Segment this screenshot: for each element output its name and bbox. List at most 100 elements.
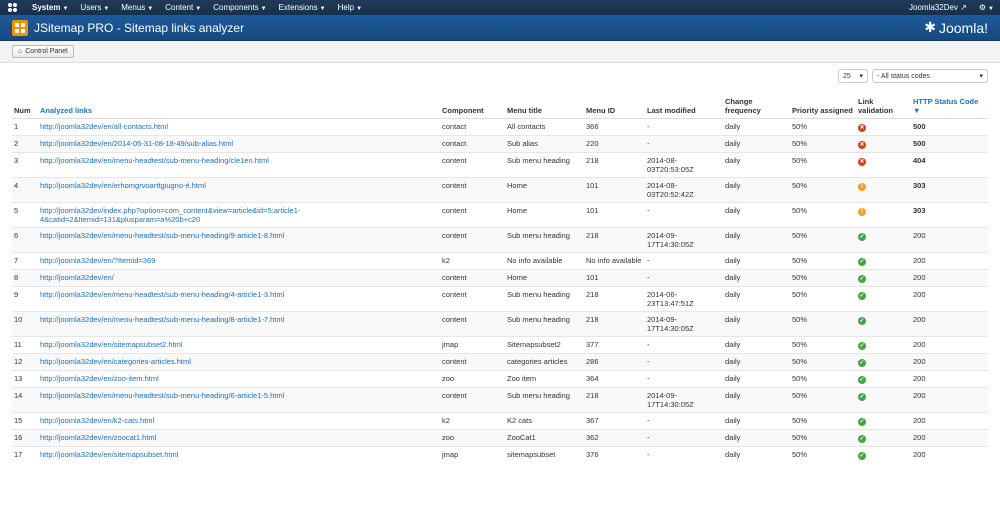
menu-content[interactable]: Content ▼ bbox=[165, 3, 201, 12]
external-link-icon: ↗ bbox=[960, 3, 967, 12]
row-menu-id: 101 bbox=[584, 201, 645, 227]
row-last-modified: 2014-08-03T20:52:42Z bbox=[645, 176, 723, 202]
row-num: 3 bbox=[12, 151, 38, 177]
analyzed-link[interactable]: http://joomla32dev/en/zoo-item.html bbox=[40, 374, 159, 383]
analyzed-link[interactable]: http://joomla32dev/en/sitemapsubset.html bbox=[40, 450, 178, 459]
joomla-brand-logo: ✱ Joomla! bbox=[924, 19, 988, 36]
row-http-status: 200 bbox=[911, 285, 988, 311]
analyzed-link[interactable]: http://joomla32dev/en/menu-headtest/sub-… bbox=[40, 231, 284, 240]
row-last-modified: - bbox=[645, 335, 723, 353]
row-menu-title: Sub menu heading bbox=[505, 310, 584, 336]
col-http-status[interactable]: HTTP Status Code ▼ bbox=[911, 93, 988, 119]
check-icon: ✓ bbox=[858, 451, 866, 460]
jsitemap-app-icon bbox=[12, 19, 28, 36]
menu-system[interactable]: System ▼ bbox=[32, 3, 68, 12]
analyzed-link[interactable]: http://joomla32dev/en/menu-headtest/sub-… bbox=[40, 315, 284, 324]
control-panel-button[interactable]: ⌂ Control Panel bbox=[12, 45, 74, 58]
menu-users[interactable]: Users ▼ bbox=[80, 3, 109, 12]
row-priority: 50% bbox=[790, 134, 856, 152]
status-filter-select[interactable]: - All status codes ▾ bbox=[872, 69, 988, 83]
warning-icon: ! bbox=[858, 207, 866, 216]
row-menu-title: Sub menu heading bbox=[505, 226, 584, 252]
analyzed-link[interactable]: http://joomla32dev/en/categories-article… bbox=[40, 357, 191, 366]
analyzed-link[interactable]: http://joomla32dev/en/sitemapsubset2.htm… bbox=[40, 340, 183, 349]
analyzed-link[interactable]: http://joomla32dev/en/?Itemid=369 bbox=[40, 256, 155, 265]
row-change-frequency: daily bbox=[723, 151, 790, 177]
row-change-frequency: daily bbox=[723, 411, 790, 429]
menu-menus[interactable]: Menus ▼ bbox=[121, 3, 153, 12]
menu-help[interactable]: Help ▼ bbox=[338, 3, 362, 12]
row-num: 13 bbox=[12, 369, 38, 387]
row-component: content bbox=[440, 352, 505, 370]
filters: 25 ▾ - All status codes ▾ bbox=[838, 69, 988, 83]
chevron-down-icon: ▾ bbox=[859, 73, 863, 80]
row-menu-title: Sitemapsubset2 bbox=[505, 335, 584, 353]
row-menu-id: 362 bbox=[584, 428, 645, 446]
analyzed-link[interactable]: http://joomla32dev/en/2014-05-31-08-18-4… bbox=[40, 139, 233, 148]
analyzed-link[interactable]: http://joomla32dev/en/all-contacts.html bbox=[40, 122, 168, 131]
caret-down-icon: ▼ bbox=[356, 6, 363, 12]
user-menu[interactable]: ⚙ ▼ bbox=[979, 3, 994, 12]
analyzed-link[interactable]: http://joomla32dev/en/k2-cats.html bbox=[40, 416, 154, 425]
analyzed-link[interactable]: http://joomla32dev/en/menu-headtest/sub-… bbox=[40, 290, 284, 299]
row-component: k2 bbox=[440, 411, 505, 429]
row-http-status: 404 bbox=[911, 151, 988, 177]
row-component: jmap bbox=[440, 445, 505, 463]
row-change-frequency: daily bbox=[723, 310, 790, 336]
table-row: 3 http://joomla32dev/en/menu-headtest/sub… bbox=[12, 151, 988, 177]
col-link-validation: Link validation bbox=[856, 93, 911, 119]
col-analyzed-links[interactable]: Analyzed links bbox=[38, 93, 440, 119]
caret-down-icon: ▼ bbox=[62, 6, 69, 12]
row-component: contact bbox=[440, 117, 505, 135]
row-menu-id: 367 bbox=[584, 411, 645, 429]
row-priority: 50% bbox=[790, 386, 856, 412]
check-icon: ✓ bbox=[858, 434, 866, 443]
row-http-status: 200 bbox=[911, 335, 988, 353]
menu-extensions[interactable]: Extensions ▼ bbox=[279, 3, 326, 12]
analyzed-link[interactable]: http://joomla32dev/index.php?option=com_… bbox=[40, 206, 300, 224]
row-last-modified: 2014-08-03T20:53:05Z bbox=[645, 151, 723, 177]
check-icon: ✓ bbox=[858, 358, 866, 367]
row-component: content bbox=[440, 268, 505, 286]
table-row: 12 http://joomla32dev/en/categories-artic… bbox=[12, 352, 988, 370]
row-change-frequency: daily bbox=[723, 268, 790, 286]
row-num: 14 bbox=[12, 386, 38, 412]
row-http-status: 200 bbox=[911, 251, 988, 269]
row-menu-id: 377 bbox=[584, 335, 645, 353]
row-last-modified: 2014-06-23T13:47:51Z bbox=[645, 285, 723, 311]
row-menu-id: No info available bbox=[584, 251, 645, 269]
row-change-frequency: daily bbox=[723, 251, 790, 269]
row-menu-title: sitemapsubset bbox=[505, 445, 584, 463]
row-http-status: 200 bbox=[911, 268, 988, 286]
limit-select[interactable]: 25 ▾ bbox=[838, 69, 868, 83]
site-link[interactable]: Joomla32Dev ↗ bbox=[909, 3, 967, 12]
row-menu-id: 218 bbox=[584, 151, 645, 177]
row-last-modified: - bbox=[645, 428, 723, 446]
row-menu-id: 218 bbox=[584, 226, 645, 252]
caret-down-icon: ▼ bbox=[260, 6, 267, 12]
menu-components[interactable]: Components ▼ bbox=[213, 3, 266, 12]
row-http-status: 500 bbox=[911, 134, 988, 152]
col-change-frequency: Change frequency bbox=[723, 93, 790, 119]
table-row: 14 http://joomla32dev/en/menu-headtest/su… bbox=[12, 386, 988, 412]
row-change-frequency: daily bbox=[723, 369, 790, 387]
caret-down-icon: ▼ bbox=[319, 6, 326, 12]
analyzed-link[interactable]: http://joomla32dev/en/zoocat1.html bbox=[40, 433, 156, 442]
analyzed-link[interactable]: http://joomla32dev/en/menu-headtest/sub-… bbox=[40, 391, 284, 400]
row-last-modified: - bbox=[645, 411, 723, 429]
row-http-status: 200 bbox=[911, 445, 988, 463]
row-priority: 50% bbox=[790, 285, 856, 311]
check-icon: ✓ bbox=[858, 257, 866, 266]
joomla-logo-icon[interactable] bbox=[6, 2, 18, 14]
row-http-status: 200 bbox=[911, 369, 988, 387]
table-row: 5 http://joomla32dev/index.php?option=com… bbox=[12, 201, 988, 227]
row-last-modified: - bbox=[645, 117, 723, 135]
caret-down-icon: ▼ bbox=[988, 6, 994, 12]
analyzed-link[interactable]: http://joomla32dev/en/ bbox=[40, 273, 114, 282]
row-http-status: 200 bbox=[911, 226, 988, 252]
analyzed-link[interactable]: http://joomla32dev/en/menu-headtest/sub-… bbox=[40, 156, 269, 165]
analyzed-link[interactable]: http://joomla32dev/en/erhomgrvoarttgiugn… bbox=[40, 181, 206, 190]
row-menu-title: All contacts bbox=[505, 117, 584, 135]
row-menu-title: Zoo item bbox=[505, 369, 584, 387]
row-menu-id: 218 bbox=[584, 285, 645, 311]
